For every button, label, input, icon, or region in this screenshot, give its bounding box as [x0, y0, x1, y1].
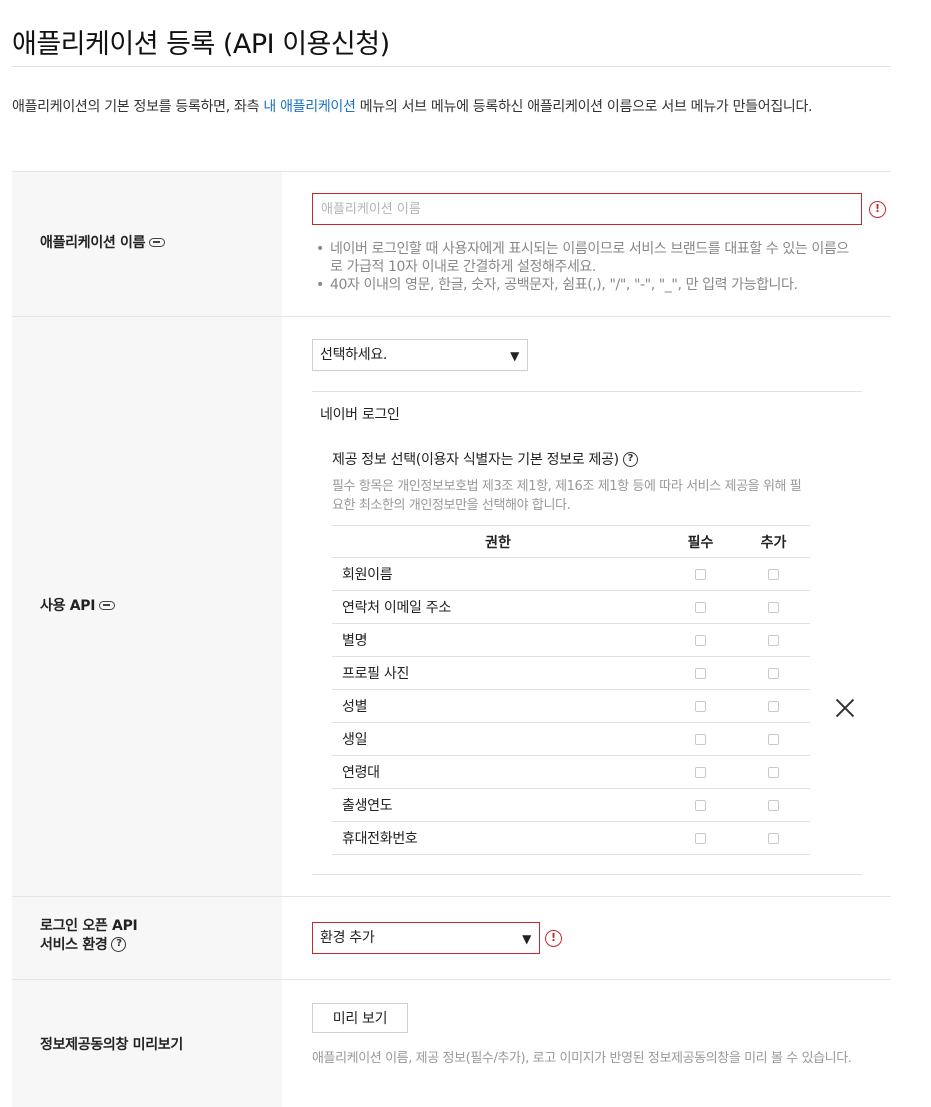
optional-checkbox[interactable]	[768, 568, 779, 580]
my-applications-link[interactable]: 내 애플리케이션	[263, 99, 356, 115]
permission-name: 성별	[332, 689, 664, 723]
provide-info-title: 제공 정보 선택(이용자 식별자는 기본 정보로 제공)?	[332, 449, 638, 469]
optional-checkbox[interactable]	[768, 799, 779, 811]
page-title: 애플리케이션 등록 (API 이용신청)	[12, 29, 390, 60]
environment-label-line2-text: 서비스 환경	[40, 937, 108, 953]
permission-table: 권한 필수 추가 회원이름 연락처 이메일 주소 별명 프로필 사진 성별 생일…	[332, 525, 810, 855]
api-config-panel: 네이버 로그인 제공 정보 선택(이용자 식별자는 기본 정보로 제공)? 필수…	[312, 391, 862, 875]
link-icon[interactable]	[99, 600, 116, 610]
intro-text-before: 애플리케이션의 기본 정보를 등록하면, 좌측	[12, 99, 264, 115]
label-cell-api: 사용 API	[12, 317, 282, 896]
api-label-text: 사용 API	[40, 598, 96, 614]
app-name-input[interactable]	[312, 193, 862, 225]
optional-checkbox[interactable]	[768, 634, 779, 646]
optional-checkbox[interactable]	[768, 667, 779, 679]
content-cell-api: 선택하세요. ▼ 네이버 로그인 제공 정보 선택(이용자 식별자는 기본 정보…	[282, 317, 891, 896]
warning-icon: !	[869, 201, 886, 218]
optional-checkbox[interactable]	[768, 733, 779, 745]
preview-desc: 애플리케이션 이름, 제공 정보(필수/추가), 로고 이미지가 반영된 정보제…	[312, 1051, 852, 1066]
chevron-down-icon: ▼	[510, 349, 519, 363]
table-row: 연락처 이메일 주소	[332, 590, 810, 624]
content-cell-environment: 환경 추가 ▼ !	[282, 897, 891, 979]
hint-item: 40자 이내의 영문, 한글, 숫자, 공백문자, 쉼표(,), "/", "-…	[312, 276, 852, 294]
row-environment: 로그인 오픈 API 서비스 환경? 환경 추가 ▼ !	[12, 896, 891, 979]
preview-label: 정보제공동의창 미리보기	[40, 1037, 183, 1053]
required-checkbox[interactable]	[695, 601, 706, 613]
title-divider	[12, 66, 891, 67]
api-select[interactable]: 선택하세요. ▼	[312, 339, 528, 371]
chevron-down-icon: ▼	[522, 932, 531, 946]
optional-checkbox[interactable]	[768, 601, 779, 613]
environment-select-value: 환경 추가	[320, 930, 375, 946]
provide-info-title-text: 제공 정보 선택(이용자 식별자는 기본 정보로 제공)	[332, 452, 619, 468]
api-select-value: 선택하세요.	[320, 347, 388, 363]
environment-label-line2: 서비스 환경?	[40, 936, 137, 955]
table-row: 휴대전화번호	[332, 821, 810, 855]
intro-text-after: 메뉴의 서브 메뉴에 등록하신 애플리케이션 이름으로 서브 메뉴가 만들어집니…	[355, 99, 813, 115]
table-row: 회원이름	[332, 557, 810, 591]
close-icon[interactable]	[834, 697, 856, 719]
optional-checkbox[interactable]	[768, 766, 779, 778]
permission-name: 생일	[332, 722, 664, 756]
table-row: 프로필 사진	[332, 656, 810, 690]
table-header-row: 권한 필수 추가	[332, 525, 810, 558]
label-cell-environment: 로그인 오픈 API 서비스 환경?	[12, 897, 282, 979]
app-name-hints: 네이버 로그인할 때 사용자에게 표시되는 이름이므로 서비스 브랜드를 대표할…	[312, 240, 852, 294]
link-icon[interactable]	[149, 237, 166, 247]
registration-form: 애플리케이션 이름 ! 네이버 로그인할 때 사용자에게 표시되는 이름이므로 …	[12, 171, 891, 1107]
label-cell-app-name: 애플리케이션 이름	[12, 172, 282, 316]
required-checkbox[interactable]	[695, 766, 706, 778]
environment-label-line1: 로그인 오픈 API	[40, 918, 138, 934]
app-name-label-text: 애플리케이션 이름	[40, 235, 146, 251]
required-checkbox[interactable]	[695, 700, 706, 712]
row-app-name: 애플리케이션 이름 ! 네이버 로그인할 때 사용자에게 표시되는 이름이므로 …	[12, 171, 891, 316]
content-cell-preview: 미리 보기 애플리케이션 이름, 제공 정보(필수/추가), 로고 이미지가 반…	[282, 980, 891, 1107]
permission-name: 연락처 이메일 주소	[332, 590, 664, 624]
column-header: 권한	[332, 525, 664, 558]
permission-name: 별명	[332, 623, 664, 657]
table-row: 생일	[332, 722, 810, 756]
preview-button[interactable]: 미리 보기	[312, 1003, 408, 1033]
environment-select[interactable]: 환경 추가 ▼	[312, 922, 540, 954]
permission-name: 연령대	[332, 755, 664, 789]
api-name: 네이버 로그인	[320, 407, 400, 423]
permission-name: 휴대전화번호	[332, 821, 664, 855]
content-cell-app-name: ! 네이버 로그인할 때 사용자에게 표시되는 이름이므로 서비스 브랜드를 대…	[282, 172, 891, 316]
required-checkbox[interactable]	[695, 634, 706, 646]
required-checkbox[interactable]	[695, 568, 706, 580]
permission-name: 출생연도	[332, 788, 664, 822]
column-header: 필수	[664, 525, 737, 558]
provide-info-desc: 필수 항목은 개인정보보호법 제3조 제1항, 제16조 제1항 등에 따라 서…	[332, 479, 802, 513]
table-row: 별명	[332, 623, 810, 657]
column-header: 추가	[737, 525, 810, 558]
optional-checkbox[interactable]	[768, 832, 779, 844]
required-checkbox[interactable]	[695, 799, 706, 811]
required-checkbox[interactable]	[695, 733, 706, 745]
intro-text: 애플리케이션의 기본 정보를 등록하면, 좌측 내 애플리케이션 메뉴의 서브 …	[12, 95, 892, 119]
warning-icon: !	[545, 930, 562, 947]
table-row: 성별	[332, 689, 810, 723]
required-checkbox[interactable]	[695, 667, 706, 679]
permission-name: 회원이름	[332, 557, 664, 591]
hint-item: 네이버 로그인할 때 사용자에게 표시되는 이름이므로 서비스 브랜드를 대표할…	[312, 240, 852, 276]
permission-name: 프로필 사진	[332, 656, 664, 690]
app-name-label: 애플리케이션 이름	[40, 234, 166, 253]
row-preview: 정보제공동의창 미리보기 미리 보기 애플리케이션 이름, 제공 정보(필수/추…	[12, 979, 891, 1107]
api-label: 사용 API	[40, 597, 116, 616]
help-icon[interactable]: ?	[111, 936, 127, 952]
row-api: 사용 API 선택하세요. ▼ 네이버 로그인 제공 정보 선택(이용자 식별자…	[12, 316, 891, 896]
label-cell-preview: 정보제공동의창 미리보기	[12, 980, 282, 1107]
environment-label: 로그인 오픈 API 서비스 환경?	[40, 917, 138, 955]
required-checkbox[interactable]	[695, 832, 706, 844]
optional-checkbox[interactable]	[768, 700, 779, 712]
table-row: 연령대	[332, 755, 810, 789]
help-icon[interactable]: ?	[622, 451, 638, 467]
table-row: 출생연도	[332, 788, 810, 822]
